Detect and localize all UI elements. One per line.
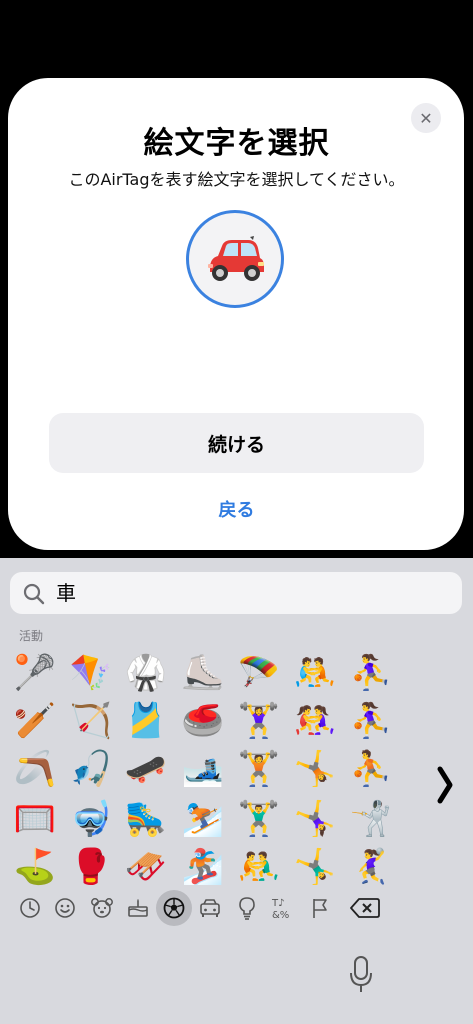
svg-text:T♪: T♪ bbox=[271, 898, 285, 909]
travel-icon bbox=[200, 899, 220, 917]
emoji-key[interactable]: ⛹️ bbox=[345, 746, 397, 792]
emoji-key[interactable]: 🥌 bbox=[177, 698, 229, 744]
chevron-right-icon bbox=[437, 766, 453, 804]
emoji-key[interactable]: 🤾‍♀️ bbox=[345, 844, 397, 890]
dialog-title: 絵文字を選択 bbox=[143, 126, 330, 161]
emoji-grid: 🥍 🪁 🥋 ⛸️ 🪂 🤼 ⛹️‍♀️ 🏏 🏹 🎽 🥌 🏋️‍♀️ 🤼‍♀️ ⛹️‍♀️ 🪃 🎣 🛹 🎿 🏋️ 🤸 ⛹️ 🥅… bbox=[9, 650, 399, 890]
dialog-subtitle: このAirTagを表す絵文字を選択してください。 bbox=[68, 170, 405, 189]
tab-symbols[interactable]: T♪ &% bbox=[265, 890, 301, 926]
objects-icon bbox=[239, 897, 255, 920]
emoji-key[interactable]: 🏋️‍♀️ bbox=[233, 698, 285, 744]
tab-travel[interactable] bbox=[192, 890, 228, 926]
emoji-key[interactable]: 🤿 bbox=[65, 796, 117, 842]
animal-icon bbox=[91, 898, 113, 918]
emoji-key[interactable]: 🏋️‍♂️ bbox=[233, 796, 285, 842]
emoji-key[interactable]: 🪃 bbox=[9, 746, 61, 792]
tab-smileys[interactable] bbox=[47, 890, 83, 926]
dictation-button[interactable] bbox=[346, 954, 376, 996]
emoji-search-input[interactable]: 車 bbox=[56, 579, 76, 607]
emoji-key[interactable]: 🪂 bbox=[233, 650, 285, 696]
emoji-key[interactable]: 🏏 bbox=[9, 698, 61, 744]
emoji-key[interactable]: 🎽 bbox=[120, 698, 172, 744]
emoji-search-field[interactable] bbox=[10, 572, 462, 614]
emoji-key[interactable]: 🤺 bbox=[345, 796, 397, 842]
emoji-key[interactable]: 🤼‍♂️ bbox=[233, 844, 285, 890]
emoji-key[interactable]: 🛼 bbox=[120, 796, 172, 842]
emoji-key[interactable]: ⛳ bbox=[9, 844, 61, 890]
tab-food[interactable] bbox=[120, 890, 156, 926]
recent-icon bbox=[20, 898, 40, 918]
emoji-key[interactable]: 🥅 bbox=[9, 796, 61, 842]
emoji-key[interactable]: 🥋 bbox=[120, 650, 172, 696]
category-label: 活動 bbox=[19, 629, 44, 643]
emoji-key[interactable]: 🤼 bbox=[289, 650, 341, 696]
tab-activity[interactable] bbox=[156, 890, 192, 926]
symbols-icon: T♪ &% bbox=[271, 898, 289, 921]
continue-button[interactable]: 続ける bbox=[49, 413, 424, 473]
tab-flags[interactable] bbox=[302, 890, 338, 926]
emoji-category-tabs: T♪ &% bbox=[0, 890, 473, 930]
emoji-key[interactable]: 🤸‍♂️ bbox=[289, 844, 341, 890]
back-button[interactable]: 戻る bbox=[0, 496, 473, 522]
activity-icon bbox=[163, 897, 185, 919]
emoji-key[interactable]: ⛸️ bbox=[177, 650, 229, 696]
emoji-key[interactable]: 🛹 bbox=[120, 746, 172, 792]
emoji-key[interactable]: ⛹️‍♀️ bbox=[345, 698, 397, 744]
emoji-key[interactable]: 🎣 bbox=[65, 746, 117, 792]
emoji-key[interactable]: 🎿 bbox=[177, 746, 229, 792]
emoji-key[interactable]: 🏹 bbox=[65, 698, 117, 744]
food-icon bbox=[128, 899, 148, 917]
emoji-key[interactable]: 🥍 bbox=[9, 650, 61, 696]
flag-icon bbox=[313, 899, 327, 918]
emoji-key[interactable]: ⛹️‍♀️ bbox=[345, 650, 397, 696]
emoji-key[interactable]: 🛷 bbox=[120, 844, 172, 890]
search-icon bbox=[23, 583, 45, 605]
svg-text:&%: &% bbox=[272, 910, 289, 921]
tab-animals[interactable] bbox=[84, 890, 120, 926]
next-page-button[interactable] bbox=[432, 760, 458, 810]
emoji-key[interactable]: 🤸 bbox=[289, 746, 341, 792]
emoji-key[interactable]: 🤸‍♀️ bbox=[289, 796, 341, 842]
selected-emoji-preview[interactable] bbox=[186, 210, 284, 308]
emoji-key[interactable]: 🥊 bbox=[65, 844, 117, 890]
emoji-key[interactable]: 🏂 bbox=[177, 844, 229, 890]
smiley-icon bbox=[55, 898, 75, 918]
emoji-key[interactable]: ⛷️ bbox=[177, 796, 229, 842]
car-icon bbox=[208, 236, 264, 281]
microphone-icon bbox=[350, 956, 372, 992]
delete-button[interactable] bbox=[345, 890, 385, 926]
tab-objects[interactable] bbox=[229, 890, 265, 926]
emoji-key[interactable]: 🤼‍♀️ bbox=[289, 698, 341, 744]
emoji-key[interactable]: 🏋️ bbox=[233, 746, 285, 792]
delete-icon bbox=[350, 898, 380, 918]
tab-recent[interactable] bbox=[12, 890, 48, 926]
emoji-key[interactable]: 🪁 bbox=[65, 650, 117, 696]
